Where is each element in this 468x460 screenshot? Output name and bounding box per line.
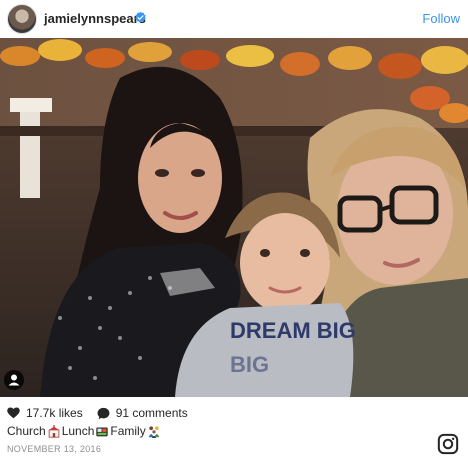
instagram-icon[interactable]	[437, 433, 459, 455]
bento-icon	[96, 426, 109, 436]
avatar[interactable]	[7, 4, 37, 34]
family-icon	[148, 425, 160, 438]
caption-word-family: Family	[110, 424, 146, 438]
comments-count[interactable]: 91 comments	[116, 406, 188, 420]
photo-image: DREAM BIG BIG	[0, 38, 468, 397]
shirt-text: DREAM BIG	[230, 318, 356, 343]
user-tag-icon[interactable]	[4, 370, 24, 390]
heart-icon[interactable]	[7, 407, 20, 419]
caption-word-lunch: Lunch	[61, 424, 95, 438]
post-date: NOVEMBER 13, 2016	[7, 444, 102, 454]
verified-badge-icon	[135, 11, 146, 23]
svg-text:BIG: BIG	[230, 352, 269, 377]
username[interactable]: jamielynnspears	[44, 11, 146, 26]
post-photo[interactable]: DREAM BIG BIG	[0, 38, 468, 397]
post-caption: Church Lunch Family	[7, 424, 162, 438]
likes-count[interactable]: 17.7k likes	[26, 406, 83, 420]
church-icon	[48, 424, 59, 438]
follow-button[interactable]: Follow	[422, 11, 460, 26]
comment-bubble-icon[interactable]	[97, 407, 110, 420]
caption-word-church: Church	[7, 424, 46, 438]
post-header: jamielynnspears Follow	[0, 0, 468, 38]
engagement-row: 17.7k likes 91 comments	[7, 406, 188, 420]
